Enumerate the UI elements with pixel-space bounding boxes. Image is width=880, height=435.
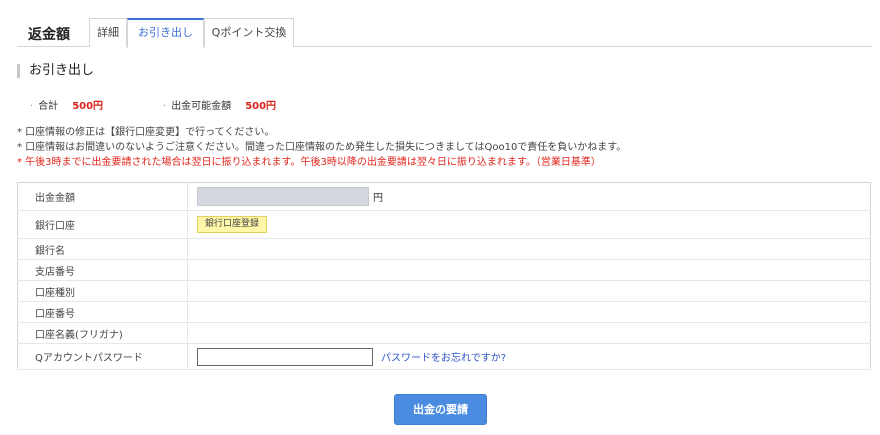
password-cell: パスワードをお忘れですか? <box>187 343 871 370</box>
table-row: 支店番号 <box>17 259 871 281</box>
tab-qpoint-exchange[interactable]: Qポイント交換 <box>204 18 294 47</box>
bank-name-value <box>187 238 871 260</box>
amount-cell: 円 <box>187 182 871 211</box>
bullet-icon: · <box>30 101 34 112</box>
notice-item: * 口座情報の修正は【銀行口座変更】で行ってください。 <box>17 127 275 138</box>
branch-number-label: 支店番号 <box>17 259 188 281</box>
summary-total: · 合計 500円 <box>30 97 103 112</box>
password-label: Qアカウントパスワード <box>17 343 188 370</box>
refund-header: 返金額 詳細 お引き出し Qポイント交換 <box>17 18 872 48</box>
bank-name-label: 銀行名 <box>17 238 188 260</box>
account-holder-label: 口座名義(フリガナ) <box>17 322 188 344</box>
table-row: 出金金額 円 <box>17 182 871 211</box>
amount-input[interactable] <box>197 187 369 206</box>
notice-item: * 口座情報はお間違いのないようご注意ください。間違った口座情報のため発生した損… <box>17 142 627 153</box>
table-row: Qアカウントパスワード パスワードをお忘れですか? <box>17 343 871 370</box>
yen-unit: 円 <box>373 193 383 204</box>
available-label: 出金可能金額 <box>171 101 232 112</box>
table-row: 銀行口座 銀行口座登録 <box>17 210 871 239</box>
amount-label: 出金金額 <box>17 182 188 211</box>
bank-account-cell: 銀行口座登録 <box>187 210 871 239</box>
account-type-value <box>187 280 871 302</box>
account-type-label: 口座種別 <box>17 280 188 302</box>
table-row: 銀行名 <box>17 238 871 260</box>
table-row: 口座種別 <box>17 280 871 302</box>
forgot-password-link[interactable]: パスワードをお忘れですか? <box>381 353 506 364</box>
tab-details[interactable]: 詳細 <box>89 18 127 47</box>
table-row: 口座番号 <box>17 301 871 323</box>
available-value: 500円 <box>245 101 277 112</box>
account-number-label: 口座番号 <box>17 301 188 323</box>
branch-number-value <box>187 259 871 281</box>
register-bank-account-button[interactable]: 銀行口座登録 <box>197 216 268 233</box>
total-label: 合計 <box>38 101 59 112</box>
tab-withdrawal[interactable]: お引き出し <box>127 18 204 48</box>
summary-available: · 出金可能金額 500円 <box>163 97 276 112</box>
bullet-icon: · <box>163 101 167 112</box>
account-number-value <box>187 301 871 323</box>
total-value: 500円 <box>72 101 104 112</box>
notice-item-alert: * 午後3時までに出金要請された場合は翌日に振り込まれます。午後3時以降の出金要… <box>17 157 601 168</box>
table-row: 口座名義(フリガナ) <box>17 322 871 344</box>
notice-list: * 口座情報の修正は【銀行口座変更】で行ってください。 * 口座情報はお間違いの… <box>17 125 626 170</box>
section-title: お引き出し <box>17 64 94 78</box>
page-title: 返金額 <box>28 27 70 43</box>
request-withdrawal-button[interactable]: 出金の要請 <box>394 394 487 425</box>
account-holder-value <box>187 322 871 344</box>
withdrawal-form-table: 出金金額 円 銀行口座 銀行口座登録 銀行名 支店番号 口座種別 口座番号 口座… <box>17 182 871 370</box>
bank-account-label: 銀行口座 <box>17 210 188 239</box>
password-input[interactable] <box>197 347 373 366</box>
